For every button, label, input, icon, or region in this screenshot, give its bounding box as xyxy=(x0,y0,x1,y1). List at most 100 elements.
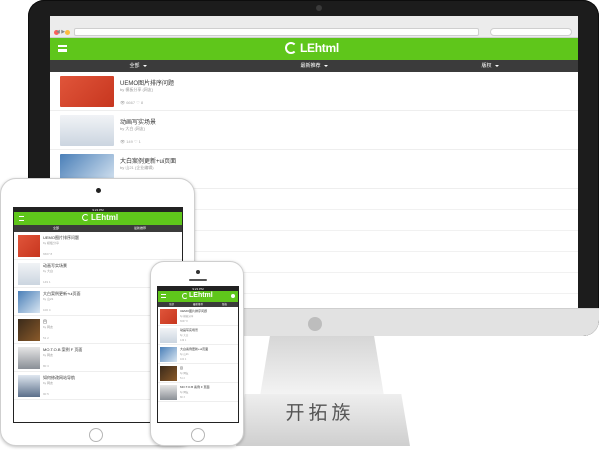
logo-mark-icon xyxy=(82,214,89,221)
thumbnail-image[interactable] xyxy=(60,76,114,107)
item-stats: 149 1 xyxy=(180,339,187,342)
logo-text: LEhtml xyxy=(189,292,213,299)
filter-copyright[interactable]: 版权 xyxy=(402,60,578,72)
site-logo[interactable]: LEhtml xyxy=(82,213,118,222)
phone-home-button[interactable] xyxy=(191,428,205,442)
phone-speaker-icon xyxy=(189,279,207,281)
item-title[interactable]: UEMO图片排序问题 xyxy=(180,309,207,313)
item-title[interactable]: MO.T.O.B 案例 F 页面 xyxy=(180,385,210,389)
item-stats: 100 4 xyxy=(180,358,187,361)
item-stats: 51 2 xyxy=(43,336,49,340)
phone-device: 9:21 PM LEhtml 全部 最新推荐 版权 UEMO图片排序问题 by … xyxy=(150,261,244,446)
thumbnail-image[interactable] xyxy=(160,328,177,343)
item-stats: 51 2 xyxy=(180,377,185,380)
item-meta: by 模板分享 xyxy=(180,315,194,318)
filter-all[interactable]: 全部 xyxy=(14,225,98,232)
item-stats: 👁 6667 ♡ 8 xyxy=(120,100,144,105)
thumbnail-image[interactable] xyxy=(18,347,40,369)
item-meta: by 大白 xyxy=(180,334,189,337)
item-meta: by 山21 xyxy=(43,297,54,301)
site-header: LEhtml xyxy=(14,212,182,225)
browser-toolbar: ◀ ▶ xyxy=(50,16,578,38)
logo-text: LEhtml xyxy=(300,41,339,55)
item-title[interactable]: 动画写实场景 xyxy=(120,117,156,126)
item-stats: 80 3 xyxy=(180,396,185,399)
item-stats: 149 1 xyxy=(43,280,51,284)
item-title[interactable]: 大白案例更新+ui页面 xyxy=(180,347,208,351)
logo-text: LEhtml xyxy=(91,213,119,222)
site-header: LEhtml xyxy=(158,291,238,302)
chevron-down-icon xyxy=(323,64,328,67)
brand-logo-icon xyxy=(308,317,322,331)
hamburger-menu-icon[interactable] xyxy=(161,294,166,298)
list-item[interactable]: 动画写实场景 by 大白 149 1 xyxy=(158,326,238,345)
item-meta: by 模板分享 xyxy=(43,241,60,245)
item-meta: by 网友 xyxy=(43,325,54,329)
filter-label: 全部 xyxy=(129,63,140,69)
thumbnail-image[interactable] xyxy=(18,263,40,285)
item-meta: by 网友 xyxy=(180,391,189,394)
site-header: LEhtml xyxy=(50,38,578,60)
thumbnail-image[interactable] xyxy=(60,115,114,146)
filter-label: 最新推荐 xyxy=(300,63,321,69)
filter-latest[interactable]: 最新推荐 xyxy=(98,225,182,232)
item-meta: by 山21 xyxy=(180,353,189,356)
thumbnail-image[interactable] xyxy=(160,347,177,362)
item-meta: by 大白 (网友) xyxy=(120,126,146,131)
webcam-icon xyxy=(316,5,322,11)
list-item[interactable]: 大白案例更新+ui页面 by 山21 100 4 xyxy=(158,345,238,364)
hamburger-menu-icon[interactable] xyxy=(58,45,67,52)
thumbnail-image[interactable] xyxy=(18,375,40,397)
logo-mark-icon xyxy=(182,292,188,299)
back-forward-arrows-icon[interactable]: ◀ ▶ xyxy=(56,29,65,35)
hamburger-menu-icon[interactable] xyxy=(19,216,24,221)
list-item[interactable]: UEMO图片排序问题 by 模板分享 6667 8 xyxy=(158,307,238,326)
list-item[interactable]: 目 by 网友 51 2 xyxy=(158,364,238,383)
item-stats: 6667 8 xyxy=(180,320,188,323)
item-stats: 👁 149 ♡ 1 xyxy=(120,139,141,144)
minimize-window-icon[interactable] xyxy=(65,30,71,35)
filter-label: 版权 xyxy=(481,63,492,69)
list-item[interactable]: MO.T.O.B 案例 F 页面 by 网友 80 3 xyxy=(158,383,238,402)
item-stats: 90 5 xyxy=(43,392,49,396)
filter-all[interactable]: 全部 xyxy=(50,60,226,72)
item-meta: by 网友 xyxy=(43,353,54,357)
browser-search-input[interactable] xyxy=(490,28,572,36)
stand-watermark-text: 开拓族 xyxy=(285,402,355,424)
user-icon[interactable] xyxy=(231,294,235,298)
thumbnail-image[interactable] xyxy=(18,235,40,257)
filter-bar: 全部 最新推荐 xyxy=(14,225,182,232)
list-item[interactable]: UEMO图片排序问题 by 模板分享 6667 8 xyxy=(14,232,182,260)
thumbnail-image[interactable] xyxy=(160,366,177,381)
list-item[interactable]: 动画写实场景 by 大白 (网友) 👁 149 ♡ 1 xyxy=(50,111,578,150)
chevron-down-icon xyxy=(142,64,147,67)
filter-bar: 全部 最新推荐 版权 xyxy=(50,60,578,72)
item-meta: by 大白 xyxy=(43,269,54,273)
thumbnail-image[interactable] xyxy=(160,385,177,400)
thumbnail-image[interactable] xyxy=(18,319,40,341)
list-item[interactable]: UEMO图片排序问题 by 模板分享 (网友) 👁 6667 ♡ 8 xyxy=(50,72,578,111)
item-title[interactable]: 大白案例更新+ui页面 xyxy=(120,156,176,165)
item-title[interactable]: 目 xyxy=(180,366,183,370)
thumbnail-image[interactable] xyxy=(18,291,40,313)
item-title[interactable]: 动画写实场景 xyxy=(180,328,198,332)
site-logo[interactable]: LEhtml xyxy=(285,41,339,55)
filter-latest[interactable]: 最新推荐 xyxy=(226,60,402,72)
item-stats: 6667 8 xyxy=(43,252,53,256)
tablet-camera-icon xyxy=(96,188,101,193)
monitor-stand xyxy=(260,336,384,396)
item-meta: by 模板分享 (网友) xyxy=(120,87,154,92)
logo-mark-icon xyxy=(285,42,297,54)
site-logo[interactable]: LEhtml xyxy=(182,292,213,299)
phone-screen: 9:21 PM LEhtml 全部 最新推荐 版权 UEMO图片排序问题 by … xyxy=(157,286,239,423)
item-stats: 100 4 xyxy=(43,308,51,312)
item-meta: by 网友 xyxy=(180,372,189,375)
item-meta: by 山21 (企业编辑) xyxy=(120,165,154,170)
address-bar[interactable] xyxy=(74,28,479,36)
chevron-down-icon xyxy=(494,64,499,67)
phone-camera-icon xyxy=(196,270,200,274)
item-title[interactable]: UEMO图片排序问题 xyxy=(120,78,174,87)
thumbnail-image[interactable] xyxy=(160,309,177,324)
item-stats: 80 3 xyxy=(43,364,49,368)
tablet-home-button[interactable] xyxy=(89,428,103,442)
